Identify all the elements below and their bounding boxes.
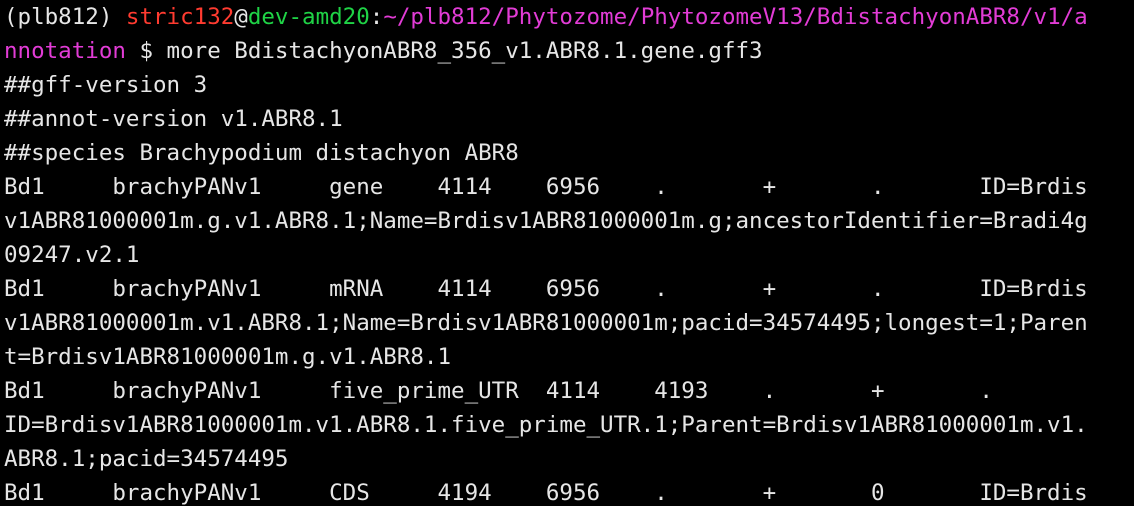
- prompt-user: stric132: [125, 4, 235, 30]
- output-line: v1ABR81000001m.g.v1.ABR8.1;Name=Brdisv1A…: [4, 208, 1088, 234]
- output-line: Bd1 brachyPANv1 gene 4114 6956 . + . ID=…: [4, 174, 1088, 200]
- conda-env: (plb812): [4, 4, 126, 30]
- prompt-line-2: nnotation $ more BdistachyonABR8_356_v1.…: [4, 34, 1134, 68]
- output-line: ##gff-version 3: [4, 72, 208, 98]
- prompt-at: @: [234, 4, 248, 30]
- prompt-path-continued: nnotation: [4, 38, 126, 64]
- prompt-line-1: (plb812) stric132@dev-amd20:~/plb812/Phy…: [4, 0, 1134, 34]
- prompt-host: dev-amd20: [247, 4, 370, 30]
- prompt-path: ~/plb812/Phytozome/PhytozomeV13/Bdistach…: [383, 4, 1088, 30]
- output-line: ABR8.1;pacid=34574495: [4, 446, 289, 472]
- output-line: Bd1 brachyPANv1 five_prime_UTR 4114 4193…: [4, 378, 993, 404]
- output-line: v1ABR81000001m.v1.ABR8.1;Name=Brdisv1ABR…: [4, 310, 1088, 336]
- output-line: Bd1 brachyPANv1 CDS 4194 6956 . + 0 ID=B…: [4, 480, 1088, 506]
- output-line: ##species Brachypodium distachyon ABR8: [4, 140, 519, 166]
- prompt-colon: :: [369, 4, 384, 30]
- output-line: t=Brdisv1ABR81000001m.g.v1.ABR8.1: [4, 344, 452, 370]
- output-line: Bd1 brachyPANv1 mRNA 4114 6956 . + . ID=…: [4, 276, 1088, 302]
- terminal-window[interactable]: (plb812) stric132@dev-amd20:~/plb812/Phy…: [0, 0, 1134, 506]
- command-text: $ more BdistachyonABR8_356_v1.ABR8.1.gen…: [125, 38, 763, 64]
- output-line: ##annot-version v1.ABR8.1: [4, 106, 343, 132]
- output-line: 09247.v2.1: [4, 242, 140, 268]
- output-line: ID=Brdisv1ABR81000001m.v1.ABR8.1.five_pr…: [4, 412, 1088, 438]
